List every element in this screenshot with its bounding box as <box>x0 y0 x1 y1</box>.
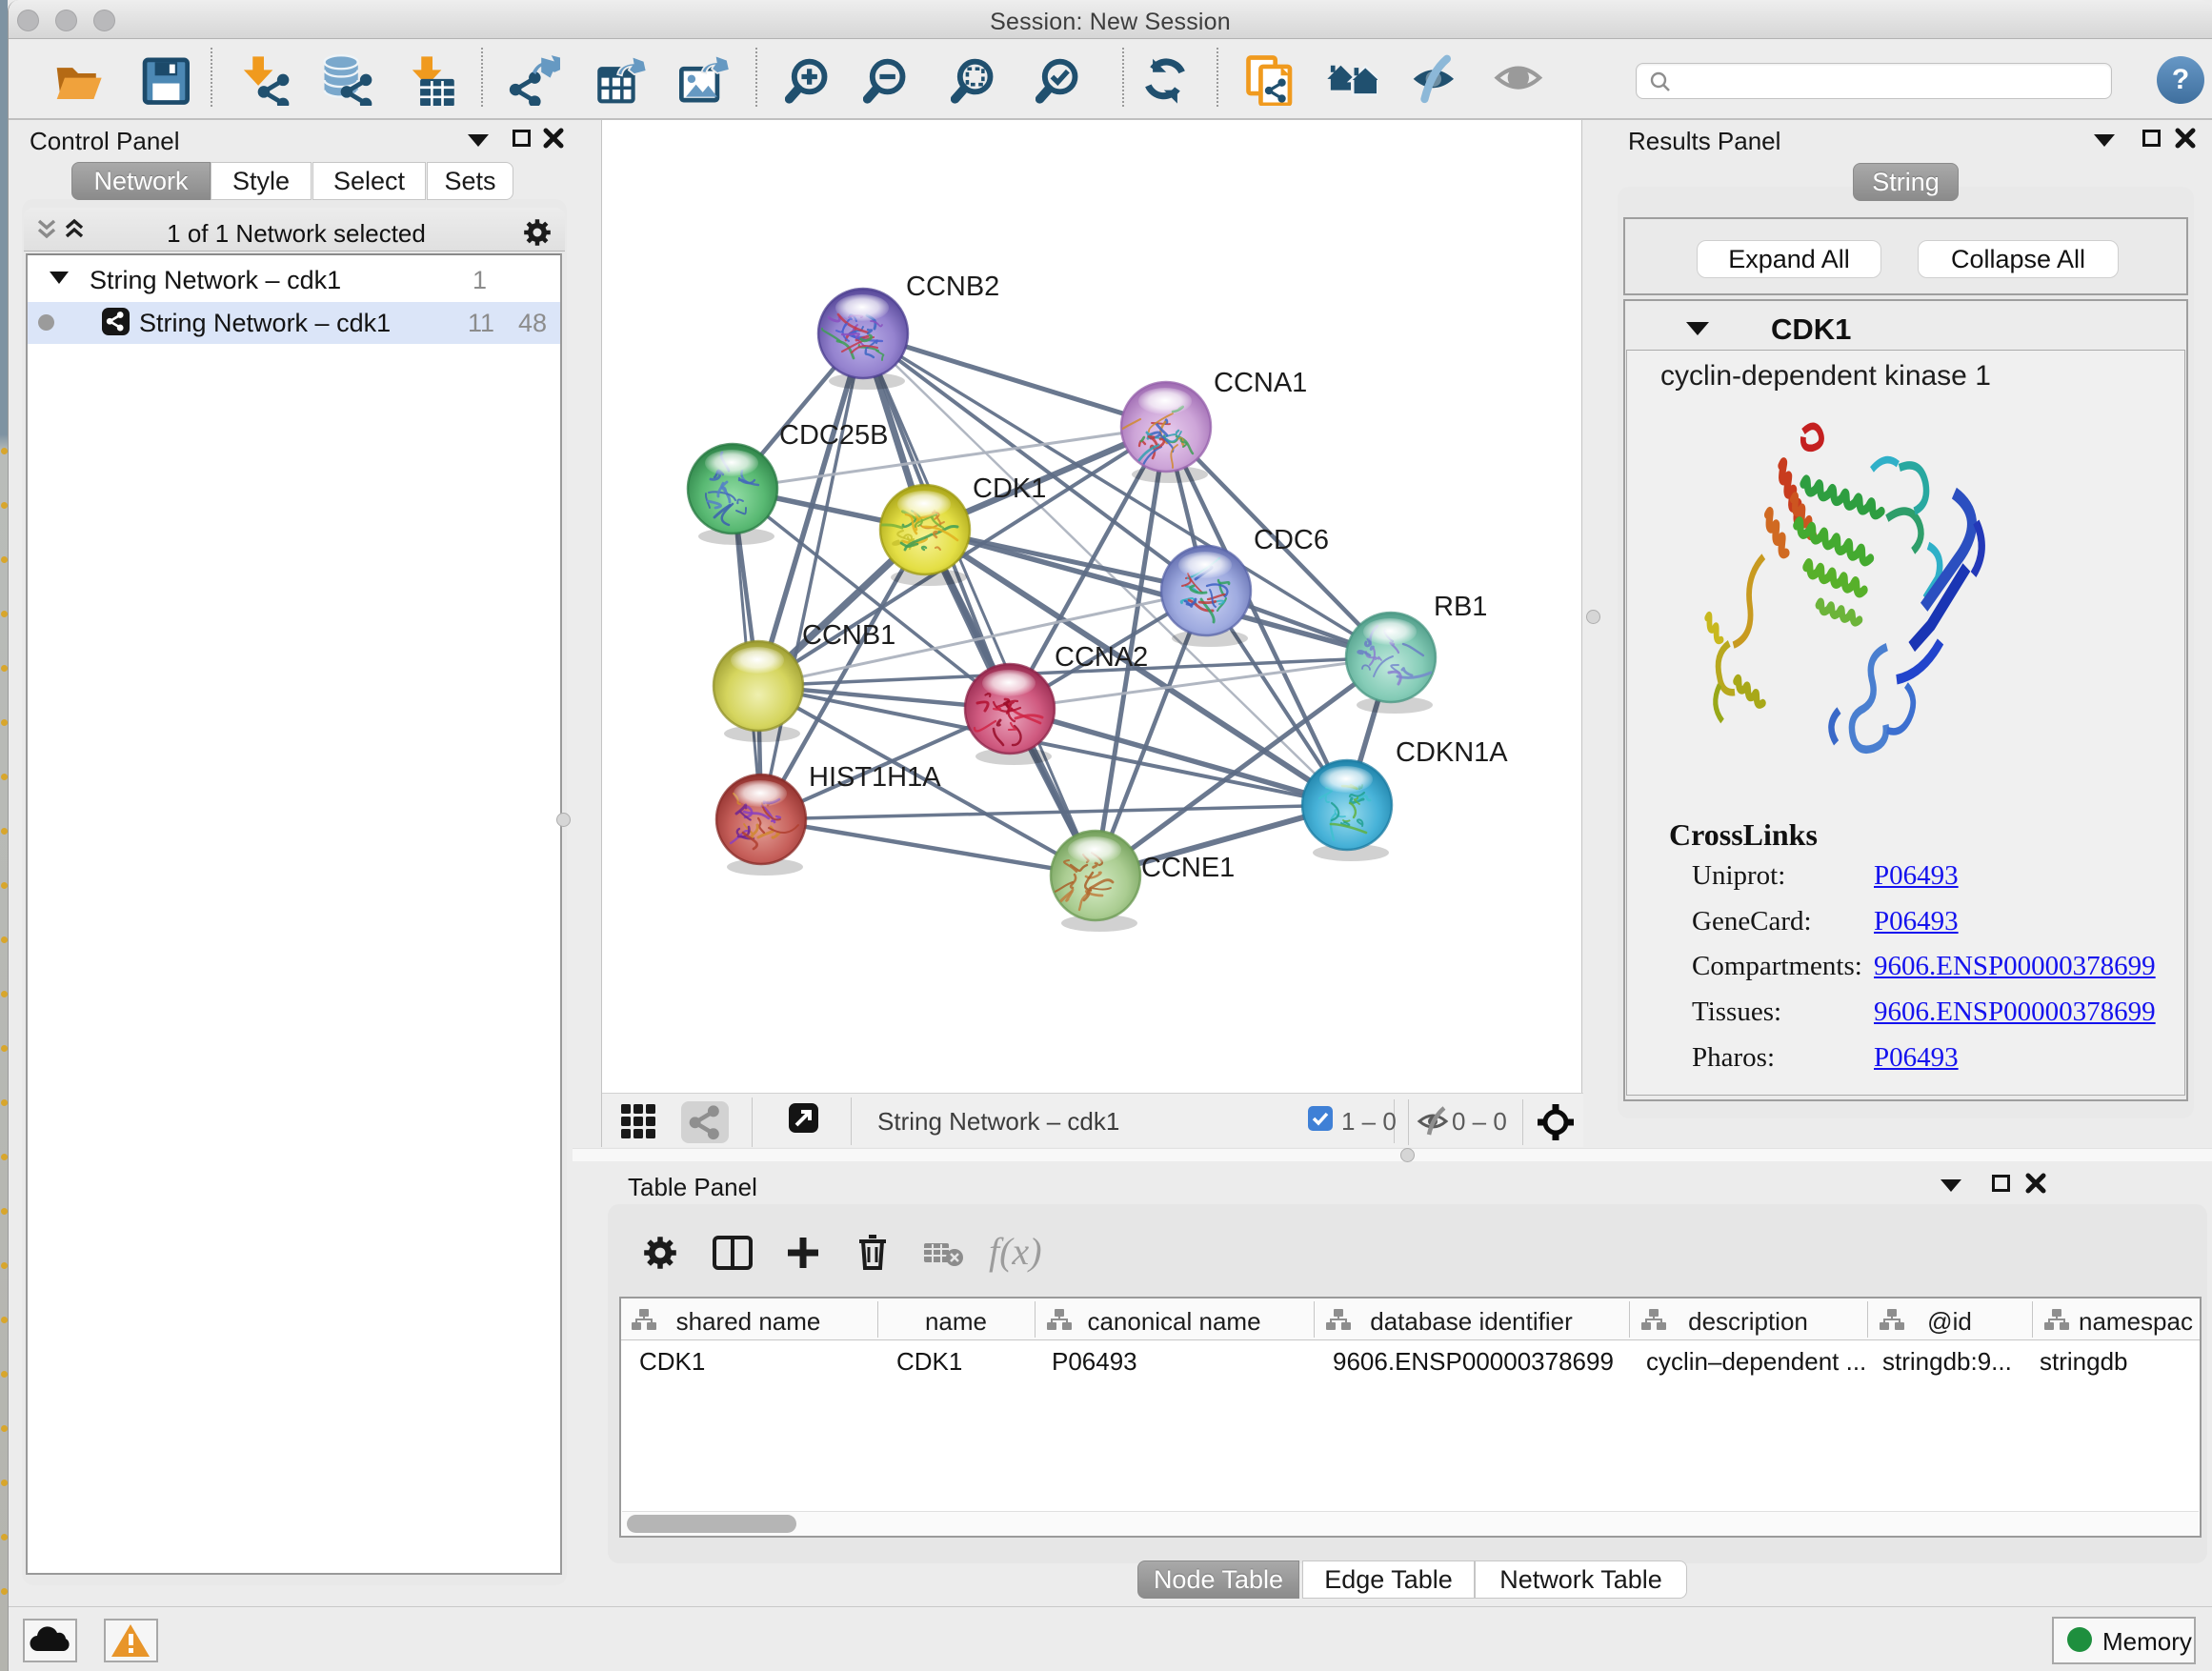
svg-text:CDK1: CDK1 <box>973 473 1046 504</box>
svg-text:CDC25B: CDC25B <box>779 420 888 451</box>
svg-text:CDC6: CDC6 <box>1254 525 1329 555</box>
svg-text:RB1: RB1 <box>1434 592 1487 622</box>
svg-text:CDKN1A: CDKN1A <box>1396 737 1508 768</box>
svg-text:CCNE1: CCNE1 <box>1141 853 1235 883</box>
svg-text:CCNA1: CCNA1 <box>1214 368 1307 398</box>
svg-text:CCNA2: CCNA2 <box>1055 642 1148 673</box>
svg-text:CCNB1: CCNB1 <box>802 620 895 651</box>
svg-text:HIST1H1A: HIST1H1A <box>809 762 941 793</box>
svg-text:CCNB2: CCNB2 <box>906 272 999 302</box>
